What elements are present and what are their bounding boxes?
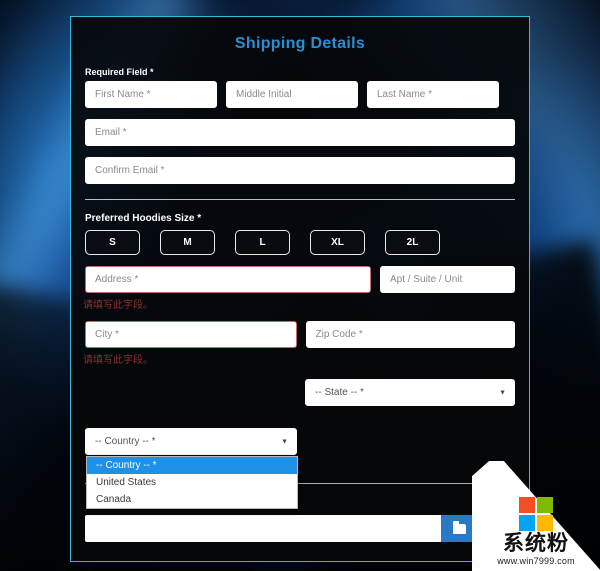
country-row: -- Country -- * ▼ -- Country -- * United… <box>85 428 515 509</box>
city-error-message: 请填写此字段。 <box>83 355 153 366</box>
file-name-input[interactable] <box>85 515 442 542</box>
folder-icon <box>453 520 467 534</box>
confirm-email-input[interactable] <box>85 157 515 184</box>
required-field-note: Required Field * <box>85 67 154 77</box>
last-name-input[interactable] <box>367 81 499 108</box>
city-zip-row <box>85 321 515 348</box>
apt-suite-unit-input[interactable] <box>380 266 515 293</box>
address-error-message: 请填写此字段。 <box>83 300 153 311</box>
size-option-xl[interactable]: XL <box>310 230 365 255</box>
country-select[interactable]: -- Country -- * ▼ -- Country -- * United… <box>85 428 298 509</box>
size-option-s[interactable]: S <box>85 230 140 255</box>
email-input[interactable] <box>85 119 515 146</box>
hoodies-size-group: S M L XL 2L <box>85 230 515 255</box>
confirm-email-row <box>85 157 515 184</box>
section-divider-top <box>85 199 515 200</box>
state-select[interactable]: -- State -- * ▼ <box>305 379 515 406</box>
file-upload-row: Upload <box>85 515 515 542</box>
page-title: Shipping Details <box>234 35 366 52</box>
state-row: -- State -- * ▼ <box>85 379 515 406</box>
name-row <box>85 81 515 108</box>
zip-code-input[interactable] <box>305 321 515 348</box>
city-input[interactable] <box>85 321 297 348</box>
chevron-down-icon: ▼ <box>281 438 288 445</box>
size-option-2l[interactable]: 2L <box>385 230 440 255</box>
shipping-details-panel: Shipping Details Required Field * Prefer… <box>70 16 530 562</box>
size-option-l[interactable]: L <box>235 230 290 255</box>
watermark-brand: 系统粉 <box>503 531 569 555</box>
country-option-united-states[interactable]: United States <box>87 474 297 491</box>
first-name-input[interactable] <box>85 81 217 108</box>
state-select-value: -- State -- * <box>315 387 364 398</box>
country-option-placeholder[interactable]: -- Country -- * <box>87 457 297 474</box>
country-option-canada[interactable]: Canada <box>87 491 297 508</box>
middle-initial-input[interactable] <box>226 81 358 108</box>
chevron-down-icon: ▼ <box>499 389 506 396</box>
windows-logo-icon <box>519 497 553 531</box>
watermark-url: www.win7999.com <box>497 556 575 566</box>
country-select-value: -- Country -- * <box>95 436 156 447</box>
size-option-m[interactable]: M <box>160 230 215 255</box>
email-row <box>85 119 515 146</box>
site-watermark: 系统粉 www.win7999.com <box>472 461 600 571</box>
address-input[interactable] <box>85 266 371 293</box>
country-dropdown-list: -- Country -- * United States Canada <box>86 456 298 509</box>
address-row <box>85 266 515 293</box>
hoodies-size-label: Preferred Hoodies Size * <box>85 213 202 224</box>
